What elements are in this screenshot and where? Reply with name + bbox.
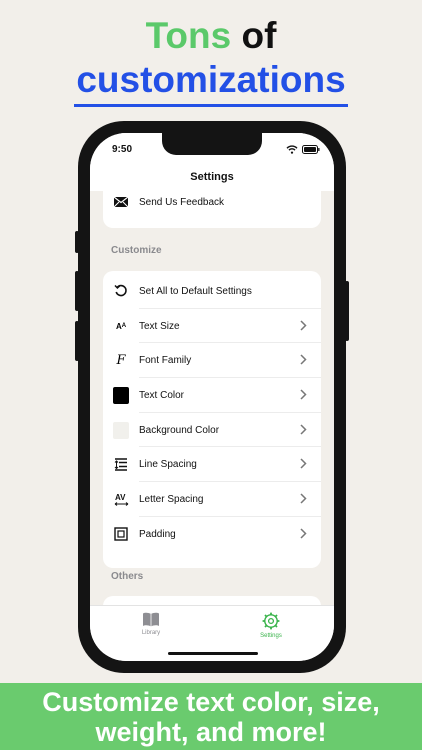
notch — [162, 133, 262, 155]
row-label: Text Color — [139, 389, 185, 401]
tab-library-label: Library — [141, 630, 161, 636]
promo-banner: Customize text color, size, weight, and … — [0, 683, 422, 750]
phone-volume-down-button — [75, 321, 79, 361]
color-swatch-black-icon — [113, 386, 129, 404]
svg-text:AV: AV — [115, 493, 126, 502]
wifi-icon — [286, 145, 298, 154]
tab-bar: Library Settings — [90, 605, 334, 661]
tab-settings[interactable]: Settings — [241, 612, 301, 639]
row-label: Background Color — [139, 424, 220, 436]
chevron-right-icon — [300, 493, 307, 504]
send-feedback-label: Send Us Feedback — [139, 196, 225, 208]
send-feedback-row[interactable]: Send Us Feedback — [103, 191, 321, 213]
gear-icon — [262, 612, 280, 630]
phone-power-button — [345, 281, 349, 341]
customize-card: Set All to Default Settings AA Text Size… — [103, 271, 321, 568]
tab-library[interactable]: Library — [121, 612, 181, 636]
headline: Tons of customizations — [0, 14, 422, 107]
envelope-icon — [113, 194, 129, 210]
row-text-color[interactable]: Text Color — [103, 378, 321, 413]
home-indicator — [168, 652, 258, 655]
headline-word-tons: Tons — [145, 15, 232, 56]
letter-spacing-icon: AV — [113, 491, 129, 507]
row-set-defaults[interactable]: Set All to Default Settings — [103, 274, 321, 309]
text-size-icon: AA — [115, 321, 127, 331]
headline-line1: Tons of — [0, 14, 422, 58]
row-label: Line Spacing — [139, 459, 197, 471]
chevron-right-icon — [300, 389, 307, 400]
battery-icon — [302, 145, 320, 154]
phone-mute-button — [75, 231, 79, 253]
phone-frame: 9:50 Settings Send Us Feedback Customize — [75, 121, 349, 673]
row-line-spacing[interactable]: Line Spacing — [103, 447, 321, 483]
row-label: Letter Spacing — [139, 493, 204, 505]
chevron-right-icon — [300, 424, 307, 435]
row-font-family[interactable]: F Font Family — [103, 343, 321, 379]
row-background-color[interactable]: Background Color — [103, 413, 321, 448]
banner-line1: Customize text color, size, — [42, 687, 380, 717]
color-swatch-light-icon — [113, 421, 129, 439]
row-label: Text Size — [139, 320, 180, 332]
font-family-icon: F — [116, 353, 126, 369]
banner-line2: weight, and more! — [95, 717, 327, 747]
phone-screen: 9:50 Settings Send Us Feedback Customize — [90, 133, 334, 661]
row-label: Set All to Default Settings — [139, 285, 252, 297]
row-letter-spacing[interactable]: AV Letter Spacing — [103, 482, 321, 517]
section-header-customize: Customize — [111, 245, 162, 256]
row-padding[interactable]: Padding — [103, 517, 321, 552]
row-label: Font Family — [139, 355, 192, 367]
feedback-card: Send Us Feedback — [103, 191, 321, 228]
row-text-size[interactable]: AA Text Size — [103, 309, 321, 344]
headline-line2: customizations — [74, 58, 348, 107]
page-title: Settings — [190, 171, 234, 183]
section-header-others: Others — [111, 571, 144, 582]
status-icons — [286, 145, 320, 154]
chevron-right-icon — [300, 354, 307, 365]
reset-icon — [113, 283, 129, 299]
chevron-right-icon — [300, 458, 307, 469]
chevron-right-icon — [300, 320, 307, 331]
row-label: Padding — [139, 528, 176, 540]
book-icon — [143, 612, 159, 627]
status-time: 9:50 — [112, 144, 133, 155]
headline-word-of: of — [241, 15, 277, 56]
line-spacing-icon — [113, 457, 129, 473]
chevron-right-icon — [300, 528, 307, 539]
tab-settings-label: Settings — [260, 633, 282, 639]
padding-icon — [113, 526, 129, 542]
phone-volume-up-button — [75, 271, 79, 311]
